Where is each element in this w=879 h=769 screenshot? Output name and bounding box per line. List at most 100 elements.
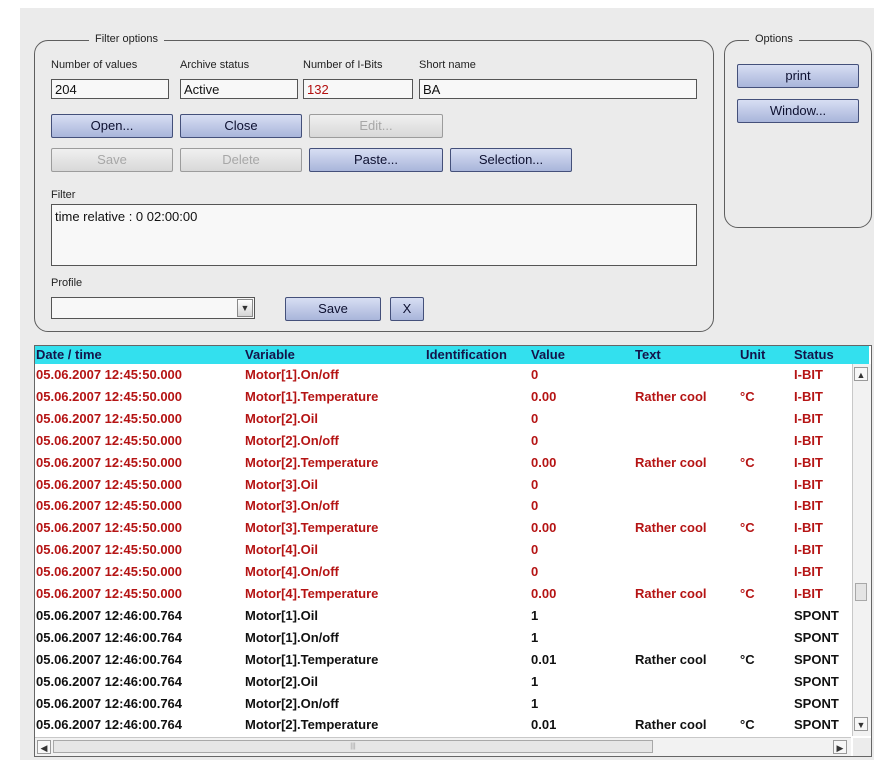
cell-status: I-BIT	[794, 498, 823, 514]
window-button[interactable]: Window...	[737, 99, 859, 123]
cell-text: Rather cool	[635, 651, 707, 667]
cell-datetime: 05.06.2007 12:45:50.000	[36, 388, 183, 404]
triangle-left-icon[interactable]: ◀	[37, 740, 51, 754]
cell-text: Rather cool	[635, 586, 707, 601]
column-header-variable[interactable]: Variable	[245, 347, 295, 362]
cell-value: 0	[531, 367, 539, 382]
cell-variable: Motor[1].Temperature	[245, 388, 379, 404]
open-button[interactable]: Open...	[51, 114, 173, 138]
selection-button[interactable]: Selection...	[450, 148, 572, 172]
horizontal-scroll-thumb[interactable]: |||	[53, 740, 653, 753]
table-row[interactable]: 05.06.2007 12:45:50.000 Motor[2].Oil 0 I-BI…	[35, 408, 851, 430]
table-row[interactable]: 05.06.2007 12:45:50.000 Motor[3].Temperat…	[35, 517, 851, 539]
profile-label: Profile	[51, 277, 83, 289]
table-row[interactable]: 05.06.2007 12:45:50.000 Motor[1].On/off 0 I…	[35, 364, 851, 386]
save-filter-button[interactable]: Save	[51, 148, 173, 172]
cell-value: 0.01	[531, 717, 557, 733]
horizontal-scrollbar[interactable]: ◀ ||| ▶	[35, 737, 851, 756]
table-row[interactable]: 05.06.2007 12:45:50.000 Motor[4].On/off 0 I…	[35, 561, 851, 583]
cell-status: I-BIT	[794, 564, 823, 580]
table-row[interactable]: 05.06.2007 12:46:00.764 Motor[2].Temperat…	[35, 714, 851, 736]
table-row[interactable]: 05.06.2007 12:46:00.764 Motor[2].On/off 1 S…	[35, 693, 851, 715]
table-row[interactable]: 05.06.2007 12:45:50.000 Motor[4].Oil 0 I-BI…	[35, 539, 851, 561]
column-header-datetime[interactable]: Date / time	[36, 347, 102, 362]
cell-value: 1	[531, 695, 539, 711]
cell-status: I-BIT	[794, 476, 823, 492]
cell-value: 0.00	[531, 520, 557, 536]
cell-text: Rather cool	[635, 520, 707, 536]
column-header-text[interactable]: Text	[635, 347, 661, 362]
print-button[interactable]: print	[737, 64, 859, 88]
cell-unit: °C	[740, 717, 755, 733]
cell-status: I-BIT	[794, 388, 823, 404]
column-header-value[interactable]: Value	[531, 347, 565, 362]
profile-combobox[interactable]: ▼	[51, 297, 255, 319]
cell-variable: Motor[3].Temperature	[245, 520, 379, 536]
table-row[interactable]: 05.06.2007 12:46:00.764 Motor[2].Oil 1 SPON…	[35, 671, 851, 693]
table-row[interactable]: 05.06.2007 12:45:50.000 Motor[2].On/off 0 I…	[35, 430, 851, 452]
cell-datetime: 05.06.2007 12:45:50.000	[36, 564, 183, 580]
short-name-field[interactable]: BA	[419, 79, 697, 99]
cell-variable: Motor[1].On/off	[245, 629, 339, 645]
scrollbar-corner	[853, 738, 871, 756]
table-row[interactable]: 05.06.2007 12:45:50.000 Motor[1].Temperat…	[35, 386, 851, 408]
number-of-values-field[interactable]: 204	[51, 79, 169, 99]
cell-value: 0.00	[531, 586, 557, 601]
cell-status: SPONT	[794, 695, 839, 711]
archive-status-field[interactable]: Active	[180, 79, 298, 99]
cell-datetime: 05.06.2007 12:45:50.000	[36, 454, 183, 470]
cell-value: 0.00	[531, 454, 557, 470]
cell-variable: Motor[2].Oil	[245, 410, 318, 426]
number-of-ibits-label: Number of I-Bits	[303, 59, 383, 71]
close-button[interactable]: Close	[180, 114, 302, 138]
archive-table: Date / time Variable Identification Valu…	[34, 345, 872, 757]
profile-save-button[interactable]: Save	[285, 297, 381, 321]
cell-variable: Motor[2].On/off	[245, 695, 339, 711]
cell-status: I-BIT	[794, 454, 823, 470]
cell-value: 0	[531, 476, 539, 492]
paste-button[interactable]: Paste...	[309, 148, 443, 172]
cell-variable: Motor[4].On/off	[245, 564, 339, 580]
filter-options-legend: Filter options	[89, 33, 164, 45]
vertical-scroll-thumb[interactable]	[855, 583, 867, 601]
chevron-down-icon[interactable]: ▼	[237, 299, 253, 317]
edit-button[interactable]: Edit...	[309, 114, 443, 138]
cell-datetime: 05.06.2007 12:45:50.000	[36, 367, 183, 382]
number-of-ibits-field[interactable]: 132	[303, 79, 413, 99]
cell-datetime: 05.06.2007 12:46:00.764	[36, 651, 183, 667]
cell-text: Rather cool	[635, 388, 707, 404]
triangle-right-icon[interactable]: ▶	[833, 740, 847, 754]
triangle-down-icon[interactable]: ▼	[854, 717, 868, 731]
table-row[interactable]: 05.06.2007 12:45:50.000 Motor[3].On/off 0 I…	[35, 495, 851, 517]
cell-value: 0	[531, 498, 539, 514]
column-header-status[interactable]: Status	[794, 347, 834, 362]
cell-variable: Motor[1].On/off	[245, 367, 339, 382]
archive-status-label: Archive status	[180, 59, 250, 71]
cell-datetime: 05.06.2007 12:46:00.764	[36, 629, 183, 645]
cell-value: 0	[531, 542, 539, 558]
cell-datetime: 05.06.2007 12:45:50.000	[36, 520, 183, 536]
profile-clear-button[interactable]: X	[390, 297, 424, 321]
cell-unit: °C	[740, 520, 755, 536]
cell-datetime: 05.06.2007 12:45:50.000	[36, 542, 183, 558]
table-row[interactable]: 05.06.2007 12:46:00.764 Motor[1].Oil 1 SPON…	[35, 605, 851, 627]
table-header: Date / time Variable Identification Valu…	[35, 346, 869, 364]
table-row[interactable]: 05.06.2007 12:46:00.764 Motor[1].On/off 1 S…	[35, 627, 851, 649]
delete-button[interactable]: Delete	[180, 148, 302, 172]
column-header-unit[interactable]: Unit	[740, 347, 765, 362]
short-name-label: Short name	[419, 59, 476, 71]
cell-datetime: 05.06.2007 12:45:50.000	[36, 498, 183, 514]
archive-window: Filter options Number of values 204 Arch…	[20, 8, 874, 760]
cell-value: 1	[531, 607, 539, 623]
table-row[interactable]: 05.06.2007 12:46:00.764 Motor[1].Temperat…	[35, 649, 851, 671]
filter-textarea[interactable]: time relative : 0 02:00:00	[51, 204, 697, 266]
column-header-identification[interactable]: Identification	[426, 347, 507, 362]
cell-text: Rather cool	[635, 454, 707, 470]
cell-value: 0.01	[531, 651, 557, 667]
table-row[interactable]: 05.06.2007 12:45:50.000 Motor[4].Temperat…	[35, 583, 851, 605]
cell-status: I-BIT	[794, 432, 823, 448]
vertical-scrollbar[interactable]: ▲ ▼	[852, 364, 871, 736]
triangle-up-icon[interactable]: ▲	[854, 367, 868, 381]
table-row[interactable]: 05.06.2007 12:45:50.000 Motor[3].Oil 0 I-BI…	[35, 474, 851, 496]
table-row[interactable]: 05.06.2007 12:45:50.000 Motor[2].Temperat…	[35, 452, 851, 474]
